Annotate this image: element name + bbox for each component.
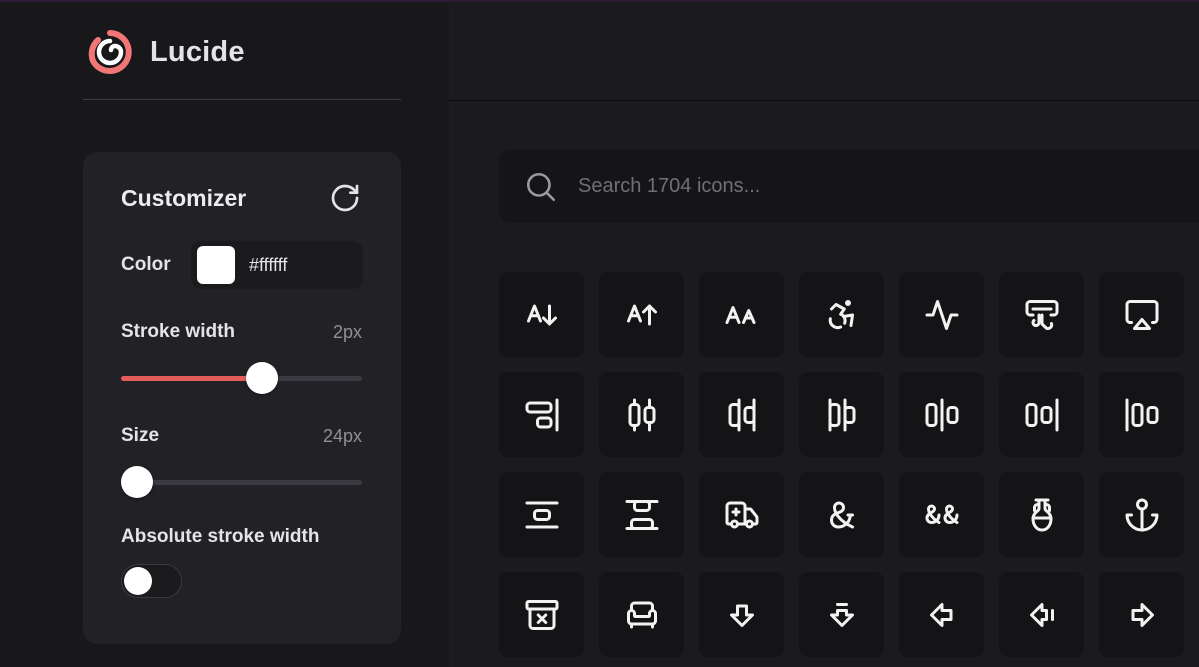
a-arrow-up-icon: [626, 304, 657, 325]
color-swatch[interactable]: [197, 246, 235, 284]
amphora-icon: [1031, 498, 1052, 531]
align-vertical-space-between-icon: [625, 499, 658, 530]
brand-name: Lucide: [150, 35, 245, 68]
align-horizontal-justify-start-icon: [1125, 398, 1158, 431]
icon-tile-a-arrow-up[interactable]: [599, 272, 684, 357]
airplay-icon: [1125, 299, 1158, 330]
arrow-big-down-icon: [729, 604, 754, 627]
icon-tile-arrow-big-right[interactable]: [1099, 572, 1184, 657]
color-label: Color: [121, 254, 171, 275]
color-picker[interactable]: #ffffff: [191, 241, 363, 289]
stroke-width-slider[interactable]: [121, 362, 362, 394]
icon-tile-accessibility[interactable]: [799, 272, 884, 357]
a-arrow-down-icon: [526, 304, 557, 325]
icon-tile-arrow-big-down-dash[interactable]: [799, 572, 884, 657]
icon-tile-a-large-small[interactable]: [699, 272, 784, 357]
anchor-icon: [1125, 498, 1158, 531]
icon-tile-ampersands[interactable]: [899, 472, 984, 557]
stroke-width-slider-thumb[interactable]: [246, 362, 279, 394]
align-horizontal-distribute-center-icon: [628, 398, 655, 431]
arrow-big-down-dash-icon: [829, 602, 854, 627]
activity-icon: [925, 299, 958, 330]
header-divider: [449, 100, 1199, 101]
size-slider-thumb[interactable]: [121, 466, 153, 498]
icon-tile-amphora[interactable]: [999, 472, 1084, 557]
icon-tile-activity[interactable]: [899, 272, 984, 357]
icon-tile-arrow-big-down[interactable]: [699, 572, 784, 657]
icon-tile-align-horizontal-justify-start[interactable]: [1099, 372, 1184, 457]
arrow-big-left-dash-icon: [1029, 602, 1054, 627]
rotate-cw-icon[interactable]: [329, 182, 361, 214]
align-horizontal-distribute-start-icon: [828, 398, 855, 431]
absolute-stroke-toggle[interactable]: [121, 564, 182, 598]
absolute-stroke-label: Absolute stroke width: [121, 526, 320, 547]
icon-tile-armchair[interactable]: [599, 572, 684, 657]
size-label: Size: [121, 425, 160, 446]
search-bar[interactable]: [499, 150, 1199, 223]
size-slider[interactable]: [121, 466, 362, 498]
icon-tile-arrow-big-left-dash[interactable]: [999, 572, 1084, 657]
icon-tile-align-horizontal-distribute-end[interactable]: [699, 372, 784, 457]
icon-tile-align-end-vertical[interactable]: [499, 372, 584, 457]
toggle-knob: [124, 567, 152, 595]
icon-tile-anchor[interactable]: [1099, 472, 1184, 557]
archive-x-icon: [525, 599, 558, 630]
color-hex-value[interactable]: #ffffff: [249, 255, 287, 276]
customizer-title: Customizer: [121, 185, 247, 211]
size-value: 24px: [322, 426, 362, 446]
icon-tile-align-horizontal-justify-center[interactable]: [899, 372, 984, 457]
accessibility-icon: [828, 299, 854, 329]
align-end-vertical-icon: [525, 398, 558, 431]
align-vertical-space-around-icon: [525, 501, 558, 528]
stroke-width-value: 2px: [332, 322, 362, 342]
search-icon: [526, 172, 556, 201]
a-large-small-icon: [725, 305, 755, 324]
align-horizontal-justify-end-icon: [1025, 398, 1058, 431]
air-vent-icon: [1025, 299, 1058, 330]
customizer-panel: Customizer Color #ffffff Stroke width 2p…: [83, 152, 401, 644]
lucide-logo-icon: [88, 30, 132, 74]
ambulance-icon: [725, 501, 758, 528]
align-horizontal-justify-center-icon: [925, 398, 958, 431]
ampersand-icon: [829, 501, 854, 528]
icon-tile-a-arrow-down[interactable]: [499, 272, 584, 357]
stroke-width-slider-fill: [121, 376, 263, 381]
ampersands-icon: [925, 504, 958, 524]
icon-tile-align-vertical-space-between[interactable]: [599, 472, 684, 557]
armchair-icon: [626, 601, 657, 628]
icon-tile-air-vent[interactable]: [999, 272, 1084, 357]
arrow-big-left-icon: [929, 602, 952, 627]
align-horizontal-distribute-end-icon: [728, 398, 755, 431]
icon-tile-ampersand[interactable]: [799, 472, 884, 557]
icon-tile-arrow-big-left[interactable]: [899, 572, 984, 657]
stroke-width-label: Stroke width: [121, 321, 236, 342]
sidebar-divider: [83, 99, 401, 100]
icon-tile-airplay[interactable]: [1099, 272, 1184, 357]
arrow-big-right-icon: [1131, 602, 1154, 627]
icon-tile-align-horizontal-distribute-center[interactable]: [599, 372, 684, 457]
icon-tile-archive-x[interactable]: [499, 572, 584, 657]
logo[interactable]: Lucide: [84, 26, 245, 78]
icon-tile-align-horizontal-distribute-start[interactable]: [799, 372, 884, 457]
icon-tile-ambulance[interactable]: [699, 472, 784, 557]
icon-tile-align-horizontal-justify-end[interactable]: [999, 372, 1084, 457]
search-input[interactable]: [578, 175, 1178, 198]
sidebar: Lucide Customizer Color #ffffff Stroke w…: [0, 2, 449, 667]
icon-tile-align-vertical-space-around[interactable]: [499, 472, 584, 557]
